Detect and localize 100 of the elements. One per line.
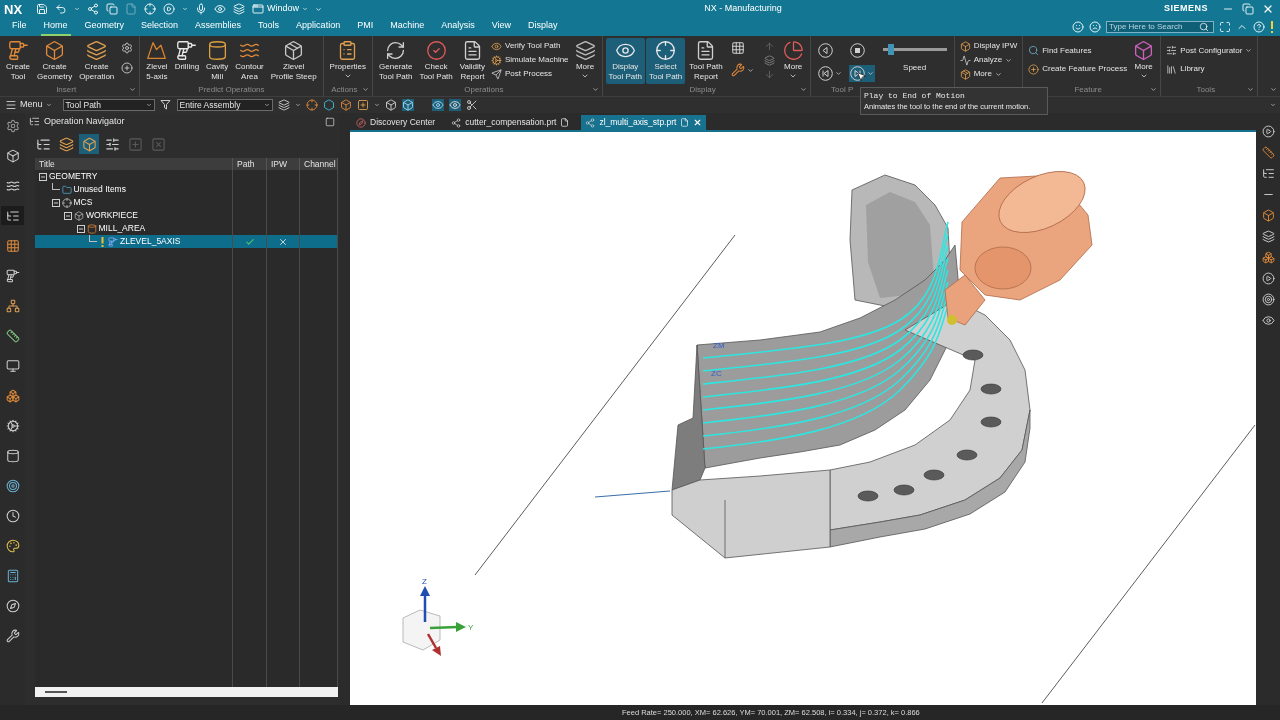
ribbon-button[interactable]: Check Tool Path <box>416 38 456 84</box>
collapse-icon[interactable] <box>64 211 72 220</box>
cube-icon[interactable] <box>401 99 414 111</box>
ribbon-button[interactable]: More <box>1130 38 1158 84</box>
eye-icon[interactable] <box>431 99 444 111</box>
tree-row[interactable]: MCS <box>35 196 338 209</box>
menu-tab[interactable]: Analysis <box>438 18 478 36</box>
ruler-icon[interactable] <box>1261 146 1275 159</box>
help-icon[interactable] <box>1253 21 1265 33</box>
ribbon-button[interactable]: Create Operation <box>76 38 118 84</box>
launcher-caret-icon[interactable] <box>129 86 137 93</box>
fullscreen-icon[interactable] <box>1219 21 1231 33</box>
play-circle-icon[interactable] <box>1261 125 1275 138</box>
plus-square-icon[interactable] <box>356 99 369 111</box>
layers-icon[interactable] <box>277 99 290 111</box>
menu-tab[interactable]: Geometry <box>81 18 128 36</box>
ribbon-button[interactable]: Zlevel Profile Steep <box>267 38 320 84</box>
window-menu[interactable]: Window <box>252 2 309 16</box>
crosshair-icon[interactable] <box>305 99 318 111</box>
maximize-icon[interactable] <box>325 116 335 127</box>
microphone-icon[interactable] <box>195 3 208 15</box>
launcher-caret-icon[interactable] <box>1150 86 1158 93</box>
copy-icon[interactable] <box>106 3 119 15</box>
column-header[interactable]: Channel <box>300 158 338 170</box>
ribbon-button[interactable]: Display IPW <box>958 40 1019 52</box>
launcher-caret-icon[interactable] <box>799 86 807 93</box>
scrollbar[interactable] <box>35 687 338 697</box>
tree-row[interactable]: GEOMETRY <box>35 170 338 183</box>
ribbon-button[interactable]: Create Feature Process <box>1027 63 1129 76</box>
eye-icon[interactable] <box>1261 314 1275 327</box>
menu-tab[interactable]: Selection <box>138 18 182 36</box>
gear-icon[interactable] <box>121 42 134 54</box>
undo-icon[interactable] <box>55 3 68 15</box>
ribbon-button[interactable]: Validity Report <box>456 38 488 84</box>
column-header[interactable]: Title <box>35 158 233 170</box>
playback-button[interactable] <box>816 65 843 82</box>
ribbon-button[interactable]: Display Tool Path <box>605 38 645 84</box>
restore-icon[interactable] <box>1242 3 1254 15</box>
ribbon-button[interactable]: Select Tool Path <box>645 38 686 84</box>
launcher-caret-icon[interactable] <box>591 86 599 93</box>
layers-icon[interactable] <box>1261 230 1275 243</box>
launcher-caret-icon[interactable] <box>1247 86 1255 93</box>
target-icon[interactable] <box>1261 293 1275 306</box>
hexagon-icon[interactable] <box>322 99 335 111</box>
boxes-icon[interactable] <box>1261 251 1275 264</box>
resource-tab[interactable] <box>1 206 24 225</box>
ribbon-button[interactable]: More <box>779 38 807 84</box>
frown-icon[interactable] <box>1089 21 1101 33</box>
filter-icon[interactable] <box>159 99 172 111</box>
ribbon-button[interactable]: Verify Tool Path <box>490 40 570 52</box>
menu-tab[interactable]: Assemblies <box>192 18 245 36</box>
ribbon-button[interactable]: Library <box>1165 63 1254 76</box>
speed-slider[interactable] <box>882 44 947 55</box>
menu-tab[interactable]: View <box>488 18 515 36</box>
search-field[interactable]: Type Here to Search <box>1106 21 1214 33</box>
tree-row[interactable]: Unused Items <box>35 183 338 196</box>
graphics-viewport[interactable]: ZM ZC Z Y <box>350 130 1256 705</box>
ribbon-button[interactable]: Create Geometry <box>34 38 76 84</box>
eye-icon[interactable] <box>448 99 461 111</box>
scope-dropdown[interactable]: Entire Assembly <box>176 99 273 111</box>
ribbon-button[interactable]: Simulate Machine <box>490 54 570 66</box>
document-tab[interactable]: cutter_compensation.prt <box>447 115 574 130</box>
cube-icon[interactable] <box>384 99 397 111</box>
grid-icon[interactable] <box>730 41 745 55</box>
ribbon-button[interactable]: Create Tool <box>3 38 33 84</box>
smile-icon[interactable] <box>1072 21 1084 33</box>
launcher-caret-icon[interactable] <box>362 86 370 93</box>
nodes-icon[interactable] <box>87 3 100 15</box>
ribbon-button[interactable]: Tool Path Report <box>686 38 726 84</box>
ribbon-button[interactable]: More <box>958 68 1019 80</box>
collapse-icon[interactable] <box>39 172 47 181</box>
cube-icon[interactable] <box>1261 209 1275 222</box>
document-tab[interactable]: zl_multi_axis_stp.prt <box>581 115 707 130</box>
slider-thumb[interactable] <box>888 44 895 55</box>
layers-icon[interactable] <box>233 3 246 15</box>
tree-icon[interactable] <box>1261 167 1275 180</box>
scissors-icon[interactable] <box>465 99 478 111</box>
customize-caret-icon[interactable] <box>315 5 323 13</box>
eye-icon[interactable] <box>214 3 227 15</box>
ribbon-button[interactable]: Post Configurator <box>1165 44 1254 57</box>
close-icon[interactable] <box>1262 3 1274 15</box>
plus-circle-icon[interactable] <box>121 62 134 74</box>
ribbon-button[interactable]: Analyze <box>958 54 1019 66</box>
selection-filter-dropdown[interactable]: Tool Path <box>62 99 155 111</box>
menu-tab[interactable]: Machine <box>387 18 428 36</box>
column-header[interactable]: IPW <box>267 158 300 170</box>
play-circle-icon[interactable] <box>1261 272 1275 285</box>
exclamation-icon[interactable] <box>1270 21 1274 33</box>
ribbon-button[interactable]: Zlevel 5-axis <box>143 38 171 84</box>
wrench-icon[interactable] <box>730 63 745 77</box>
ribbon-button[interactable]: Cavity Mill <box>203 38 232 84</box>
menu-tab[interactable]: Display <box>525 18 561 36</box>
playback-button[interactable] <box>848 65 875 82</box>
menu-tab[interactable]: File <box>9 18 30 36</box>
ribbon-button[interactable]: Drilling <box>171 38 203 84</box>
collapse-icon[interactable] <box>76 224 85 233</box>
tree-row[interactable]: WORKPIECE <box>35 209 338 222</box>
ribbon-button[interactable]: Post Process <box>490 68 570 80</box>
menu-button[interactable]: Menu <box>5 98 58 112</box>
column-header[interactable]: Path <box>233 158 267 170</box>
